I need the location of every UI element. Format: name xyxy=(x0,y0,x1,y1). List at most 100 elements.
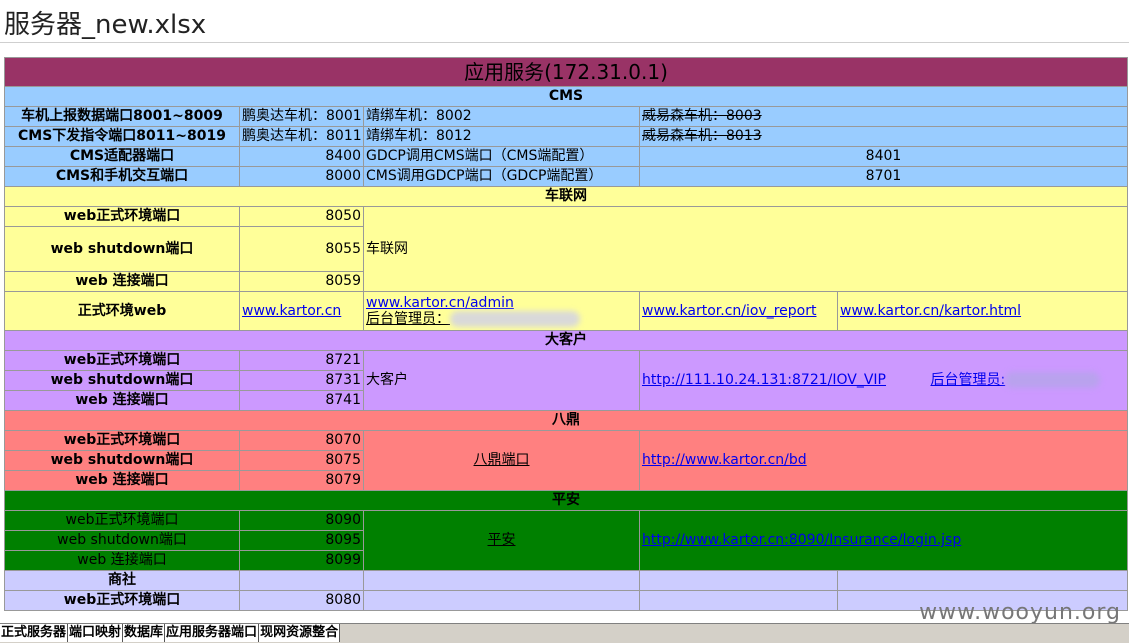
cell-empty[interactable] xyxy=(363,570,640,591)
table-row: web正式环境端口 8070 八鼎端口 http://www.kartor.cn… xyxy=(4,430,1128,491)
cell-value[interactable]: 靖绑车机：8002 xyxy=(363,106,640,127)
section-row-cms: CMS xyxy=(4,86,1128,107)
cell-pingan-link[interactable]: http://www.kartor.cn:8090/Insurance/logi… xyxy=(639,510,1128,571)
cell-port[interactable]: 8059 xyxy=(239,271,364,292)
cell-bading-name[interactable]: 八鼎端口 xyxy=(363,430,640,491)
sheet-tab-app-server-ports[interactable]: 应用服务器端口 xyxy=(165,624,260,642)
cell-port[interactable]: 8080 xyxy=(239,590,364,611)
link-iov-report[interactable]: www.kartor.cn/iov_report xyxy=(642,303,816,319)
section-row-shangshe: 商社 xyxy=(4,570,1128,591)
cell-value-struck[interactable]: 威易森车机：8003 xyxy=(639,106,1128,127)
cell-value[interactable]: 8401 xyxy=(639,146,1128,167)
cell-label[interactable]: CMS和手机交互端口 xyxy=(4,166,240,187)
section-title-bading[interactable]: 八鼎 xyxy=(4,410,1128,431)
pingan-label: 平安 xyxy=(487,532,516,548)
cell-empty[interactable] xyxy=(639,570,838,591)
section-title-shangshe[interactable]: 商社 xyxy=(4,570,240,591)
cell-label[interactable]: web 连接端口 xyxy=(4,550,240,571)
cell-port[interactable]: 8090 xyxy=(239,510,364,531)
cell-label[interactable]: CMS下发指令端口8011~8019 xyxy=(4,126,240,147)
cell-link[interactable]: www.kartor.cn/iov_report xyxy=(639,291,838,331)
sheet-header-cell[interactable]: 应用服务(172.31.0.1) xyxy=(4,57,1128,87)
section-title-iov[interactable]: 车联网 xyxy=(4,186,1128,207)
cell-port[interactable]: 8721 xyxy=(239,350,364,371)
redacted-credentials xyxy=(1005,372,1101,388)
cell-label[interactable]: web shutdown端口 xyxy=(4,450,240,471)
link-kartor-html[interactable]: www.kartor.cn/kartor.html xyxy=(840,303,1021,319)
bading-port-label: 八鼎端口 xyxy=(473,452,530,468)
cell-value[interactable]: 8701 xyxy=(639,166,1128,187)
cell-label[interactable]: web shutdown端口 xyxy=(4,226,240,272)
watermark: www.wooyun.org xyxy=(919,600,1121,625)
cell-label[interactable]: CMS适配器端口 xyxy=(4,146,240,167)
cell-value[interactable]: 8400 xyxy=(239,146,364,167)
sheet-tab-resource-integration[interactable]: 现网资源整合 xyxy=(259,624,341,642)
link-bd[interactable]: http://www.kartor.cn/bd xyxy=(642,452,807,468)
section-row-pingan: 平安 xyxy=(4,490,1128,511)
cell-iov-name[interactable]: 车联网 xyxy=(363,206,1128,292)
cell-label[interactable]: web正式环境端口 xyxy=(4,350,240,371)
cell-link-admin[interactable]: www.kartor.cn/admin 后台管理员： xyxy=(363,291,640,331)
cell-label[interactable]: web正式环境端口 xyxy=(4,590,240,611)
cell-port[interactable]: 8079 xyxy=(239,470,364,491)
cell-value[interactable]: 鹏奥达车机：8011 xyxy=(239,126,364,147)
cell-link[interactable]: www.kartor.cn/kartor.html xyxy=(837,291,1128,331)
cell-label[interactable]: web shutdown端口 xyxy=(4,530,240,551)
cell-vip-name[interactable]: 大客户 xyxy=(363,350,640,411)
cell-value[interactable]: GDCP调用CMS端口（CMS端配置） xyxy=(363,146,640,167)
section-title-pingan[interactable]: 平安 xyxy=(4,490,1128,511)
cell-link[interactable]: www.kartor.cn xyxy=(239,291,364,331)
cell-empty[interactable] xyxy=(363,590,640,611)
cell-empty[interactable] xyxy=(837,570,1128,591)
section-row-iov: 车联网 xyxy=(4,186,1128,207)
cell-bading-link[interactable]: http://www.kartor.cn/bd xyxy=(639,430,1128,491)
admin-label: 后台管理员: xyxy=(930,372,1006,388)
cell-label[interactable]: web正式环境端口 xyxy=(4,430,240,451)
link-admin[interactable]: www.kartor.cn/admin xyxy=(366,295,514,311)
sheet-tab-production-servers[interactable]: 正式服务器 xyxy=(0,624,69,642)
cell-label[interactable]: 正式环境web xyxy=(4,291,240,331)
link-kartor[interactable]: www.kartor.cn xyxy=(242,303,341,319)
cell-empty[interactable] xyxy=(639,590,838,611)
link-iov-vip[interactable]: http://111.10.24.131:8721/IOV_VIP xyxy=(642,372,886,388)
sheet-tab-database[interactable]: 数据库 xyxy=(123,624,166,642)
cell-value[interactable]: 靖绑车机：8012 xyxy=(363,126,640,147)
table-row: CMS适配器端口 8400 GDCP调用CMS端口（CMS端配置） 8401 xyxy=(4,146,1128,167)
cell-vip-link[interactable]: http://111.10.24.131:8721/IOV_VIP 后台管理员: xyxy=(639,350,1128,411)
cell-label[interactable]: web shutdown端口 xyxy=(4,370,240,391)
cell-label[interactable]: 车机上报数据端口8001~8009 xyxy=(4,106,240,127)
cell-port[interactable]: 8741 xyxy=(239,390,364,411)
cell-value[interactable]: 鹏奥达车机：8001 xyxy=(239,106,364,127)
table-row: 车机上报数据端口8001~8009 鹏奥达车机：8001 靖绑车机：8002 威… xyxy=(4,106,1128,127)
cell-label[interactable]: web正式环境端口 xyxy=(4,206,240,227)
link-insurance-login[interactable]: http://www.kartor.cn:8090/Insurance/logi… xyxy=(642,532,961,548)
table-row: web正式环境端口 8090 平安 http://www.kartor.cn:8… xyxy=(4,510,1128,571)
cell-port[interactable]: 8050 xyxy=(239,206,364,227)
cell-label[interactable]: web 连接端口 xyxy=(4,271,240,292)
cell-port[interactable]: 8070 xyxy=(239,430,364,451)
sheet-header-row: 应用服务(172.31.0.1) xyxy=(4,57,1128,87)
document-title: 服务器_new.xlsx xyxy=(4,10,207,40)
cell-label[interactable]: web正式环境端口 xyxy=(4,510,240,531)
cell-value[interactable]: CMS调用GDCP端口（GDCP端配置） xyxy=(363,166,640,187)
cell-label[interactable]: web 连接端口 xyxy=(4,470,240,491)
cell-value[interactable]: 8000 xyxy=(239,166,364,187)
cell-pingan-name[interactable]: 平安 xyxy=(363,510,640,571)
section-title-vip[interactable]: 大客户 xyxy=(4,330,1128,351)
spreadsheet-grid: 应用服务(172.31.0.1) CMS 车机上报数据端口8001~8009 鹏… xyxy=(4,57,1128,611)
cell-port[interactable]: 8099 xyxy=(239,550,364,571)
cell-empty[interactable] xyxy=(239,570,364,591)
cell-value-struck[interactable]: 威易森车机：8013 xyxy=(639,126,1128,147)
cell-port[interactable]: 8731 xyxy=(239,370,364,391)
cell-port[interactable]: 8055 xyxy=(239,226,364,272)
admin-label: 后台管理员： xyxy=(366,311,450,327)
section-row-bading: 八鼎 xyxy=(4,410,1128,431)
sheet-tab-bar: 正式服务器 端口映射 数据库 应用服务器端口 现网资源整合 xyxy=(0,623,1129,643)
section-title-cms[interactable]: CMS xyxy=(4,86,1128,107)
sheet-tab-port-mapping[interactable]: 端口映射 xyxy=(68,624,124,642)
cell-port[interactable]: 8075 xyxy=(239,450,364,471)
table-row: CMS下发指令端口8011~8019 鹏奥达车机：8011 靖绑车机：8012 … xyxy=(4,126,1128,147)
table-row: CMS和手机交互端口 8000 CMS调用GDCP端口（GDCP端配置） 870… xyxy=(4,166,1128,187)
cell-label[interactable]: web 连接端口 xyxy=(4,390,240,411)
cell-port[interactable]: 8095 xyxy=(239,530,364,551)
